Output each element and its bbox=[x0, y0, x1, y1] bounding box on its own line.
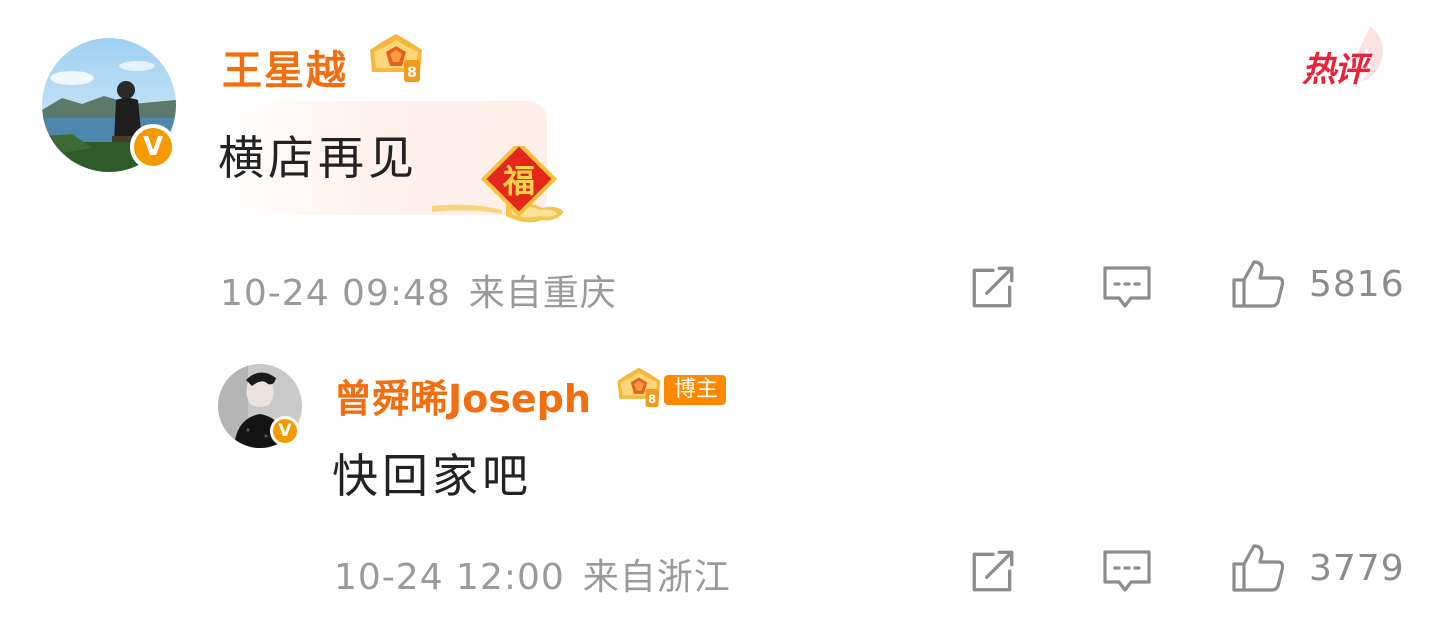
like-count: 5816 bbox=[1309, 264, 1405, 305]
verified-badge: V bbox=[270, 416, 300, 446]
comment-meta: 10-24 12:00 来自浙江 bbox=[334, 548, 731, 600]
comment-location: 来自浙江 bbox=[582, 557, 731, 598]
svg-text:福: 福 bbox=[502, 162, 535, 200]
hot-comment-label: 热评 bbox=[1302, 50, 1368, 90]
username-label[interactable]: 王星越 bbox=[222, 38, 348, 96]
fu-blessing-icon: 福 bbox=[432, 146, 564, 223]
comment-text: 横店再见 bbox=[218, 131, 418, 185]
svg-text:8: 8 bbox=[407, 65, 417, 81]
blogger-role-tag: 博主 bbox=[664, 375, 727, 405]
verified-badge: V bbox=[130, 124, 176, 170]
crown-badge-icon: 8 bbox=[370, 34, 422, 82]
crown-badge-icon: 8 bbox=[617, 367, 661, 408]
comment-text: 快回家吧 bbox=[332, 449, 532, 503]
like-count: 3779 bbox=[1309, 548, 1405, 589]
comment-time: 10-24 12:00 bbox=[334, 557, 565, 598]
thumbs-up-icon[interactable] bbox=[1230, 258, 1286, 310]
hot-comment-stamp: 热评 bbox=[1300, 22, 1392, 90]
comment-bubble-icon[interactable] bbox=[1101, 548, 1153, 596]
avatar-zeng-shunxi[interactable]: V bbox=[218, 364, 302, 448]
comment-bubble-icon[interactable] bbox=[1101, 264, 1153, 312]
comment-time: 10-24 09:48 bbox=[220, 273, 451, 314]
share-edit-icon[interactable] bbox=[968, 262, 1018, 312]
username-label[interactable]: 曾舜晞Joseph bbox=[334, 368, 591, 423]
comment-meta: 10-24 09:48 来自重庆 bbox=[220, 264, 617, 316]
avatar-wang-xingyue[interactable]: V bbox=[42, 38, 176, 172]
svg-text:8: 8 bbox=[648, 392, 656, 406]
comment-location: 来自重庆 bbox=[468, 273, 617, 314]
share-edit-icon[interactable] bbox=[968, 546, 1018, 596]
thumbs-up-icon[interactable] bbox=[1230, 542, 1286, 594]
comment-thread: V 王星越 8 热评 横店再见 福 10-24 09:48 来自重庆 5816 … bbox=[0, 0, 1440, 619]
